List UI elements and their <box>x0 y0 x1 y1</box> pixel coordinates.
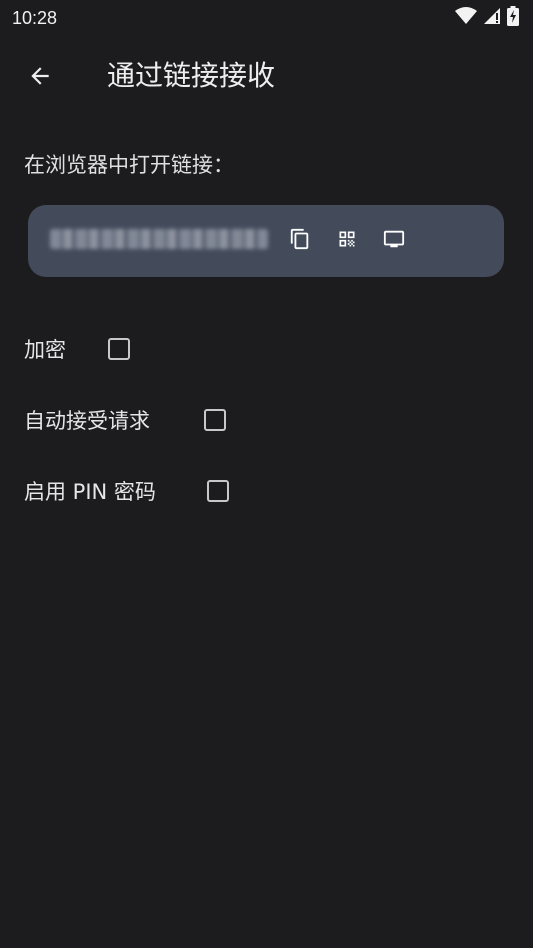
link-text-redacted[interactable] <box>50 229 268 249</box>
option-auto-accept: 自动接受请求 <box>24 401 150 441</box>
option-label: 自动接受请求 <box>24 409 150 433</box>
copy-button[interactable] <box>284 225 316 257</box>
qr-code-button[interactable] <box>331 225 363 257</box>
copy-icon <box>289 228 311 254</box>
status-bar: 10:28 <box>0 0 533 36</box>
cellular-signal-icon <box>483 7 501 29</box>
encryption-checkbox[interactable] <box>108 338 130 360</box>
option-label: 启用 PIN 密码 <box>24 480 156 504</box>
status-time: 10:28 <box>12 7 58 28</box>
back-button[interactable] <box>16 54 64 102</box>
pin-checkbox[interactable] <box>207 480 229 502</box>
page-title: 通过链接接收 <box>107 59 276 92</box>
auto-accept-checkbox[interactable] <box>204 409 226 431</box>
wifi-icon <box>455 7 477 29</box>
battery-charging-icon <box>507 6 519 30</box>
monitor-icon <box>383 228 405 254</box>
option-label: 加密 <box>24 338 66 362</box>
arrow-back-icon <box>27 63 53 93</box>
app-bar: 通过链接接收 <box>0 44 533 108</box>
status-icons <box>455 6 519 30</box>
qr-code-icon <box>337 229 357 253</box>
instruction-text: 在浏览器中打开链接： <box>24 153 234 177</box>
show-on-screen-button[interactable] <box>378 225 410 257</box>
option-pin: 启用 PIN 密码 <box>24 472 156 512</box>
link-box <box>28 205 504 277</box>
option-encryption: 加密 <box>24 330 66 370</box>
